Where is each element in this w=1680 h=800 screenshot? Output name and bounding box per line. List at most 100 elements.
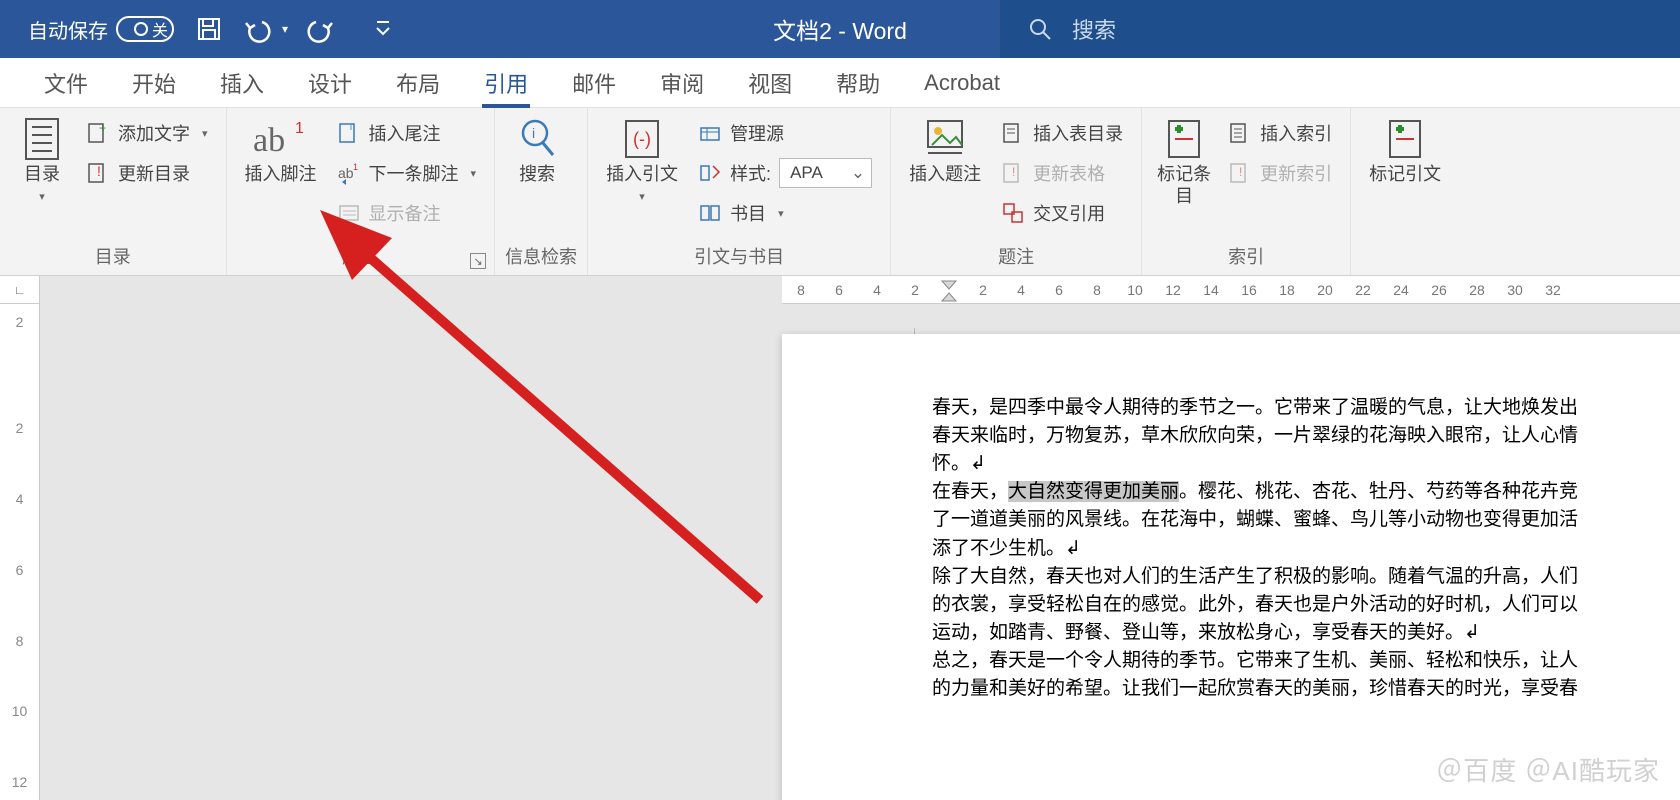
toggle-dot-icon <box>134 22 148 36</box>
paragraph[interactable]: 的力量和美好的希望。让我们一起欣赏春天的美丽，珍惜春天的时光，享受春 <box>932 675 1680 703</box>
search-button[interactable]: i 搜索 <box>505 114 569 190</box>
selected-text[interactable]: 大自然变得更加美丽 <box>1008 481 1179 502</box>
search-label: 搜索 <box>519 164 555 186</box>
paragraph[interactable]: 添了不少生机。↲ <box>932 535 1680 563</box>
group-toc: 目录 ▾ + 添加文字 ▾ ! 更新目录 目录 <box>0 108 227 275</box>
tab-acrobat[interactable]: Acrobat <box>902 58 1022 108</box>
citation-icon: (-) <box>621 118 663 160</box>
add-text-icon: + <box>86 121 110 145</box>
paragraph[interactable]: 了一道道美丽的风景线。在花海中，蝴蝶、蜜蜂、鸟儿等小动物也变得更加活 <box>932 506 1680 534</box>
mark-citation-icon <box>1384 118 1426 160</box>
tab-mailings[interactable]: 邮件 <box>550 58 638 108</box>
sources-icon <box>698 121 722 145</box>
ruler-tick: 4 <box>1002 282 1040 298</box>
indent-marker-icon[interactable] <box>940 277 958 303</box>
manage-sources-label: 管理源 <box>730 120 784 146</box>
autosave-label: 自动保存 <box>28 15 108 44</box>
ruler-tick: 6 <box>820 282 858 298</box>
ruler-tick: 2 <box>16 304 24 339</box>
svg-text:!: ! <box>1239 165 1242 179</box>
tab-view[interactable]: 视图 <box>726 58 814 108</box>
insert-index-button[interactable]: 插入索引 <box>1220 114 1340 152</box>
paragraph[interactable]: 春天来临时，万物复苏，草木欣欣向荣，一片翠绿的花海映入眼帘，让人心情 <box>932 422 1680 450</box>
tab-layout[interactable]: 布局 <box>374 58 462 108</box>
insert-caption-button[interactable]: 插入题注 <box>901 114 989 190</box>
vertical-ruler[interactable]: 2 2 4 6 8 10 12 <box>0 304 40 800</box>
manage-sources-button[interactable]: 管理源 <box>690 114 880 152</box>
endnote-icon: i <box>337 121 361 145</box>
style-value-dropdown[interactable]: APA ⌄ <box>779 158 872 188</box>
bibliography-label: 书目 <box>730 200 766 226</box>
mark-citation-button[interactable]: 标记引文 <box>1361 114 1449 190</box>
update-toc-icon: ! <box>86 161 110 185</box>
tab-design[interactable]: 设计 <box>286 58 374 108</box>
group-index: 标记条目 插入索引 ! 更新索引 索引 <box>1142 108 1351 275</box>
horizontal-ruler[interactable]: 8 6 4 2 2 4 6 8 10 12 14 16 18 20 22 24 … <box>782 276 1680 304</box>
paragraph[interactable]: 怀。↲ <box>932 450 1680 478</box>
document-page[interactable]: 春天，是四季中最令人期待的季节之一。它带来了温暖的气息，让大地焕发出 春天来临时… <box>782 334 1680 800</box>
show-notes-button[interactable]: 显示备注 <box>329 194 485 232</box>
toc-button[interactable]: 目录 ▾ <box>10 114 74 207</box>
group-captions-label: 题注 <box>901 239 1131 275</box>
bibliography-icon <box>698 201 722 225</box>
tab-help[interactable]: 帮助 <box>814 58 902 108</box>
next-footnote-icon: ab1 <box>337 161 361 185</box>
mark-entry-button[interactable]: 标记条目 <box>1152 114 1216 211</box>
document-area[interactable]: 春天，是四季中最令人期待的季节之一。它带来了温暖的气息，让大地焕发出 春天来临时… <box>40 304 1680 800</box>
update-table-button[interactable]: ! 更新表格 <box>993 154 1131 192</box>
insert-endnote-label: 插入尾注 <box>369 120 441 146</box>
next-footnote-button[interactable]: ab1 下一条脚注 ▾ <box>329 154 485 192</box>
ribbon-tabs: 文件 开始 插入 设计 布局 引用 邮件 审阅 视图 帮助 Acrobat <box>0 58 1680 108</box>
group-toc-label: 目录 <box>10 239 216 275</box>
crossref-icon <box>1001 201 1025 225</box>
show-notes-label: 显示备注 <box>369 200 441 226</box>
tab-home[interactable]: 开始 <box>110 58 198 108</box>
dropdown-caret-icon[interactable]: ▾ <box>282 22 288 36</box>
footnotes-launcher[interactable]: ↘ <box>470 253 486 269</box>
svg-text:!: ! <box>97 163 101 179</box>
tof-icon <box>1001 121 1025 145</box>
paragraph[interactable]: 在春天，大自然变得更加美丽。樱花、桃花、杏花、牡丹、芍药等各种花卉竞 <box>932 478 1680 506</box>
workspace: ∟ 8 6 4 2 2 4 6 8 10 12 14 16 18 20 22 2… <box>0 276 1680 800</box>
insert-footnote-button[interactable]: ab1 插入脚注 <box>237 114 325 190</box>
svg-text:(-): (-) <box>633 129 651 149</box>
paragraph[interactable]: 春天，是四季中最令人期待的季节之一。它带来了温暖的气息，让大地焕发出 <box>932 394 1680 422</box>
ruler-tick: 26 <box>1420 282 1458 298</box>
insert-tof-button[interactable]: 插入表目录 <box>993 114 1131 152</box>
quick-access-toolbar: ▾ <box>194 14 398 44</box>
svg-text:i: i <box>350 122 352 132</box>
insert-endnote-button[interactable]: i 插入尾注 <box>329 114 485 152</box>
redo-button[interactable] <box>308 14 338 44</box>
ruler-tick: 4 <box>16 481 24 516</box>
ruler-tick: 8 <box>782 282 820 298</box>
update-toc-button[interactable]: ! 更新目录 <box>78 154 216 192</box>
style-selector[interactable]: 样式: APA ⌄ <box>690 154 880 192</box>
search-bar[interactable]: 搜索 <box>1000 0 1680 58</box>
paragraph[interactable]: 运动，如踏青、野餐、登山等，来放松身心，享受春天的美好。↲ <box>932 619 1680 647</box>
tab-file[interactable]: 文件 <box>22 58 110 108</box>
ruler-tick: 6 <box>16 552 24 587</box>
paragraph[interactable]: 总之，春天是一个令人期待的季节。它带来了生机、美丽、轻松和快乐，让人 <box>932 647 1680 675</box>
insert-footnote-label: 插入脚注 <box>245 164 317 186</box>
qat-customize[interactable] <box>368 14 398 44</box>
ruler-tick: 2 <box>964 282 1002 298</box>
tab-references[interactable]: 引用 <box>462 58 550 108</box>
paragraph[interactable]: 的衣裳，享受轻松自在的感觉。此外，春天也是户外活动的好时机，人们可以 <box>932 591 1680 619</box>
cross-reference-button[interactable]: 交叉引用 <box>993 194 1131 232</box>
autosave-toggle[interactable]: 关 <box>116 16 174 42</box>
update-index-button[interactable]: ! 更新索引 <box>1220 154 1340 192</box>
save-button[interactable] <box>194 14 224 44</box>
footnote-icon: ab1 <box>260 118 302 160</box>
bibliography-button[interactable]: 书目 ▾ <box>690 194 880 232</box>
paragraph[interactable]: 除了大自然，春天也对人们的生活产生了积极的影响。随着气温的升高，人们 <box>932 563 1680 591</box>
undo-button[interactable] <box>244 14 274 44</box>
ruler-tick: 8 <box>1078 282 1116 298</box>
magnifier-icon: i <box>516 118 558 160</box>
tab-insert[interactable]: 插入 <box>198 58 286 108</box>
autosave-control[interactable]: 自动保存 关 <box>28 15 174 44</box>
insert-citation-button[interactable]: (-) 插入引文 ▾ <box>598 114 686 207</box>
tab-review[interactable]: 审阅 <box>638 58 726 108</box>
ruler-tick: 2 <box>896 282 934 298</box>
ruler-tick: 14 <box>1192 282 1230 298</box>
add-text-button[interactable]: + 添加文字 ▾ <box>78 114 216 152</box>
